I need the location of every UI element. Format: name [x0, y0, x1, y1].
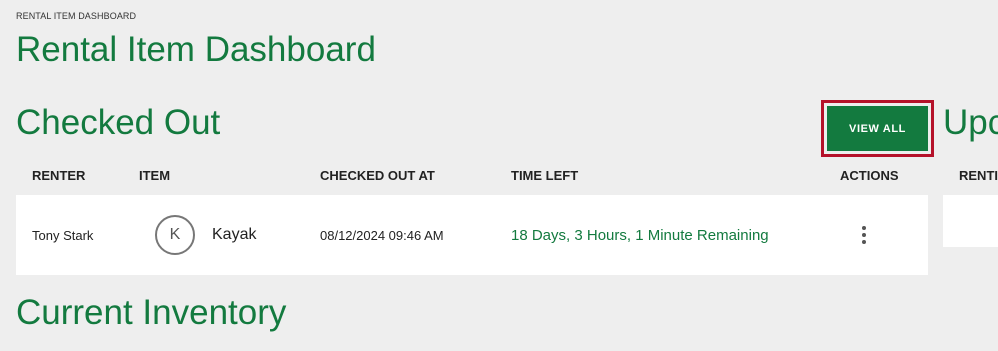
current-inventory-title: Current Inventory: [16, 293, 287, 332]
time-left: 18 Days, 3 Hours, 1 Minute Remaining: [511, 226, 769, 244]
column-header-renter: RENTER: [32, 168, 86, 183]
item-name: Kayak: [212, 226, 257, 243]
table-row: Tony Stark K Kayak 08/12/2024 09:46 AM 1…: [16, 195, 928, 275]
column-header-checked-out-at: CHECKED OUT AT: [320, 168, 435, 183]
column-header-actions: ACTIONS: [840, 168, 899, 183]
column-header-item: ITEM: [139, 168, 171, 183]
renter-name: Tony Stark: [32, 227, 94, 243]
view-all-highlight: VIEW ALL: [821, 100, 934, 157]
upcoming-column-header-renter: RENTI: [959, 168, 998, 183]
kebab-menu-icon[interactable]: [856, 223, 872, 247]
checked-out-title: Checked Out: [16, 103, 221, 142]
column-header-time-left: TIME LEFT: [511, 168, 579, 183]
actions-cell: [856, 195, 872, 275]
breadcrumb: RENTAL ITEM DASHBOARD: [16, 11, 137, 21]
page-title: Rental Item Dashboard: [16, 30, 376, 69]
checked-out-at: 08/12/2024 09:46 AM: [320, 227, 444, 243]
upcoming-title: Upc: [943, 103, 998, 142]
upcoming-table-panel: [943, 195, 998, 247]
rental-dashboard-page: RENTAL ITEM DASHBOARD Rental Item Dashbo…: [0, 0, 998, 351]
item-cell: K Kayak: [155, 195, 256, 275]
item-avatar: K: [155, 215, 195, 255]
view-all-button[interactable]: VIEW ALL: [827, 106, 928, 151]
